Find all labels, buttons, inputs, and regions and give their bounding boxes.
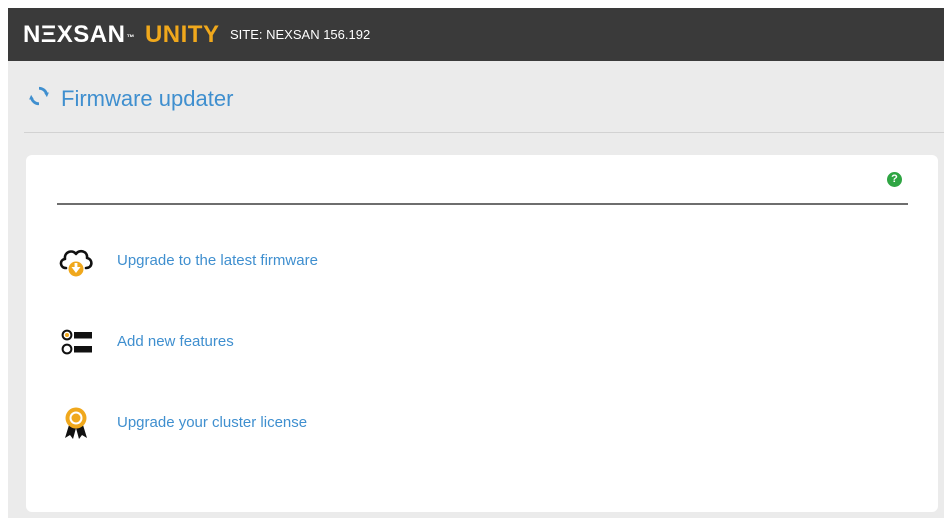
feature-list-icon [61, 329, 92, 355]
brand-logo: NΞXSAN™ UNITY [23, 20, 219, 50]
license-badge-icon [65, 407, 87, 439]
app-frame: NΞXSAN™ UNITY SITE: NEXSAN 156.192 Firmwa… [8, 8, 944, 518]
site-label: SITE: NEXSAN 156.192 [230, 27, 371, 42]
panel-divider [57, 203, 908, 205]
brand-trademark: ™ [126, 33, 135, 42]
cloud-download-icon [59, 249, 93, 277]
refresh-icon[interactable] [28, 85, 50, 107]
page-header: Firmware updater [8, 61, 944, 133]
action-label: Upgrade your cluster license [117, 414, 308, 431]
action-label: Upgrade to the latest firmware [117, 252, 318, 269]
help-icon[interactable]: ? [887, 172, 902, 187]
content-panel: ? Upgrade to the latest firmware Add new… [26, 155, 938, 512]
add-features-link[interactable]: Add new features [56, 322, 456, 362]
upgrade-firmware-link[interactable]: Upgrade to the latest firmware [56, 241, 456, 281]
top-bar: NΞXSAN™ UNITY SITE: NEXSAN 156.192 [8, 8, 944, 61]
brand-name: NΞXSAN [23, 21, 126, 48]
page-title: Firmware updater [61, 86, 234, 111]
action-label: Add new features [117, 333, 234, 350]
brand-product: UNITY [144, 21, 220, 48]
header-divider [24, 132, 944, 133]
upgrade-license-link[interactable]: Upgrade your cluster license [56, 403, 456, 443]
